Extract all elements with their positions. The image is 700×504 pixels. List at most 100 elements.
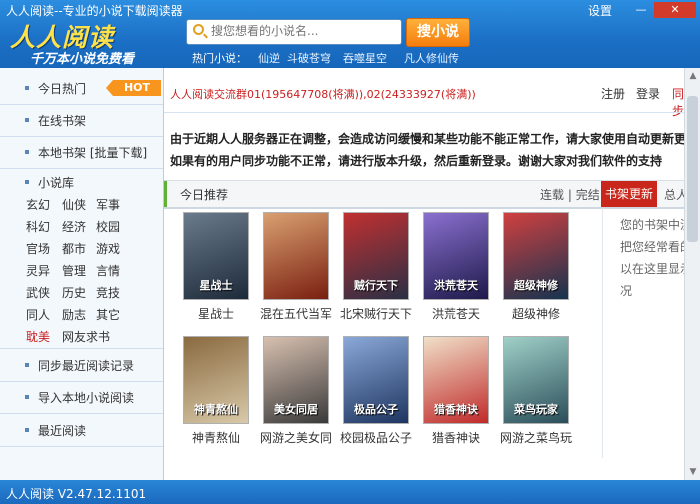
tab-total[interactable]: 总人 bbox=[664, 186, 684, 203]
scroll-up-icon[interactable]: ▲ bbox=[685, 68, 700, 84]
sidebar-item-online-shelf[interactable]: 在线书架 bbox=[0, 104, 163, 137]
book-cover[interactable]: 洪荒苍天 bbox=[423, 212, 489, 300]
sync-link[interactable]: 同步 bbox=[672, 85, 684, 119]
close-button[interactable]: ✕ bbox=[654, 2, 696, 18]
book-title[interactable]: 网游之美女同 bbox=[256, 429, 336, 446]
book-title[interactable]: 猎香神诀 bbox=[416, 429, 496, 446]
book-title[interactable]: 北宋贼行天下 bbox=[336, 305, 416, 322]
category-link[interactable]: 灵异 bbox=[26, 262, 50, 279]
category-link[interactable]: 励志 bbox=[62, 306, 86, 323]
bullet-icon bbox=[25, 150, 29, 154]
recommend-header: 今日推荐 连载 | 完结 书架更新 总人 bbox=[164, 180, 684, 209]
category-link[interactable]: 网友求书 bbox=[62, 328, 110, 345]
category-link[interactable]: 耽美 bbox=[26, 328, 50, 345]
bullet-icon bbox=[25, 363, 29, 367]
status-bar: 人人阅读 V2.47.12.1101 bbox=[0, 480, 700, 504]
login-link[interactable]: 登录 bbox=[636, 85, 660, 102]
settings-link[interactable]: 设置 bbox=[588, 2, 612, 19]
book-title[interactable]: 洪荒苍天 bbox=[416, 305, 496, 322]
version-text: 人人阅读 V2.47.12.1101 bbox=[6, 487, 147, 501]
category-link[interactable]: 管理 bbox=[62, 262, 86, 279]
library-header: 小说库 bbox=[0, 172, 163, 192]
shelf-note-line: 况 bbox=[620, 284, 633, 298]
book-card[interactable]: 贼行天下北宋贼行天下 bbox=[336, 212, 416, 322]
window-title: 人人阅读--专业的小说下载阅读器 bbox=[6, 4, 183, 18]
divider bbox=[602, 208, 603, 458]
hot-novel-link[interactable]: 仙逆 bbox=[258, 50, 280, 66]
category-link[interactable]: 经济 bbox=[62, 218, 86, 235]
category-link[interactable]: 仙侠 bbox=[62, 196, 86, 213]
category-link[interactable]: 官场 bbox=[26, 240, 50, 257]
book-title[interactable]: 星战士 bbox=[176, 305, 256, 322]
shelf-note-line: 把您经常看的 bbox=[620, 240, 684, 254]
book-card[interactable]: 洪荒苍天 洪荒苍天 bbox=[416, 212, 496, 322]
book-title[interactable]: 校园极品公子 bbox=[336, 429, 416, 446]
book-card[interactable]: 神青熬仙 神青熬仙 bbox=[176, 336, 256, 446]
hot-novels-label: 热门小说： bbox=[192, 52, 247, 65]
book-card[interactable]: 菜鸟玩家网游之菜鸟玩 bbox=[496, 336, 576, 446]
library-label: 小说库 bbox=[38, 176, 75, 190]
book-cover[interactable]: 贼行天下 bbox=[343, 212, 409, 300]
book-card[interactable]: 超级神修 超级神修 bbox=[496, 212, 576, 322]
hot-novel-link[interactable]: 斗破苍穹 bbox=[287, 50, 331, 66]
book-cover[interactable]: 美女同居 bbox=[263, 336, 329, 424]
book-cover[interactable]: 极品公子 bbox=[343, 336, 409, 424]
category-link[interactable]: 历史 bbox=[62, 284, 86, 301]
category-link[interactable]: 其它 bbox=[96, 306, 120, 323]
sidebar-item-recent-reading[interactable]: 最近阅读 bbox=[0, 414, 163, 447]
app-slogan: 千万本小说免费看 bbox=[30, 52, 135, 67]
announcement-line: 由于近期人人服务器正在调整，会造成访问缓慢和某些功能不能正常工作，请大家使用自动… bbox=[170, 132, 684, 146]
sidebar-item-label: 导入本地小说阅读 bbox=[38, 391, 135, 405]
book-cover[interactable]: 星战士 bbox=[183, 212, 249, 300]
book-cover[interactable]: 菜鸟玩家 bbox=[503, 336, 569, 424]
sidebar-item-import-local[interactable]: 导入本地小说阅读 bbox=[0, 381, 163, 414]
book-cover[interactable] bbox=[263, 212, 329, 300]
scrollbar[interactable]: ▲ ▼ bbox=[684, 68, 700, 480]
category-link[interactable]: 科幻 bbox=[26, 218, 50, 235]
sidebar-item-label: 最近阅读 bbox=[38, 424, 87, 438]
hot-novel-link[interactable]: 吞噬星空 bbox=[343, 50, 387, 66]
tab-shelf-update[interactable]: 书架更新 bbox=[601, 181, 657, 207]
shelf-note: 您的书架中没 把您经常看的 以在这里显示 况 bbox=[620, 214, 684, 302]
category-link[interactable]: 玄幻 bbox=[26, 196, 50, 213]
category-link[interactable]: 同人 bbox=[26, 306, 50, 323]
book-cover[interactable]: 神青熬仙 bbox=[183, 336, 249, 424]
category-link[interactable]: 竞技 bbox=[96, 284, 120, 301]
sidebar-item-sync-history[interactable]: 同步最近阅读记录 bbox=[0, 348, 163, 382]
book-cover-text: 菜鸟玩家 bbox=[514, 403, 558, 416]
search-button[interactable]: 搜小说 bbox=[406, 18, 470, 47]
book-cover[interactable]: 超级神修 bbox=[503, 212, 569, 300]
book-title[interactable]: 超级神修 bbox=[496, 305, 576, 322]
scroll-down-icon[interactable]: ▼ bbox=[685, 464, 700, 480]
bullet-icon bbox=[25, 86, 29, 90]
minimize-button[interactable]: — bbox=[630, 2, 652, 18]
sidebar-item-local-shelf[interactable]: 本地书架 [批量下载] bbox=[0, 136, 163, 169]
category-link[interactable]: 武侠 bbox=[26, 284, 50, 301]
search-input[interactable] bbox=[211, 24, 391, 38]
search-box bbox=[186, 19, 402, 45]
book-card[interactable]: 极品公子校园极品公子 bbox=[336, 336, 416, 446]
sidebar-item-today-hot[interactable]: 今日热门 HOT bbox=[0, 72, 163, 105]
scrollbar-thumb[interactable] bbox=[687, 96, 698, 242]
book-card[interactable]: 猎香神诀 猎香神诀 bbox=[416, 336, 496, 446]
category-link[interactable]: 都市 bbox=[62, 240, 86, 257]
book-title[interactable]: 混在五代当军 bbox=[256, 305, 336, 322]
book-card[interactable]: 混在五代当军 bbox=[256, 212, 336, 322]
book-card[interactable]: 美女同居网游之美女同 bbox=[256, 336, 336, 446]
search-icon bbox=[193, 24, 204, 35]
book-title[interactable]: 神青熬仙 bbox=[176, 429, 256, 446]
book-cover[interactable]: 猎香神诀 bbox=[423, 336, 489, 424]
category-link[interactable]: 校园 bbox=[96, 218, 120, 235]
category-link[interactable]: 游戏 bbox=[96, 240, 120, 257]
tab-finished[interactable]: 完结 bbox=[576, 188, 600, 202]
tab-serial[interactable]: 连载 bbox=[540, 188, 564, 202]
register-link[interactable]: 注册 bbox=[601, 85, 625, 102]
main-content: 人人阅读交流群01(195647708(将满)),02(24333927(将满)… bbox=[164, 68, 684, 480]
group-notice[interactable]: 人人阅读交流群01(195647708(将满)),02(24333927(将满)… bbox=[170, 86, 476, 102]
category-link[interactable]: 军事 bbox=[96, 196, 120, 213]
hot-novel-link[interactable]: 凡人修仙传 bbox=[404, 50, 459, 66]
book-title[interactable]: 网游之菜鸟玩 bbox=[496, 429, 576, 446]
category-link[interactable]: 言情 bbox=[96, 262, 120, 279]
book-card[interactable]: 星战士 星战士 bbox=[176, 212, 256, 322]
bullet-icon bbox=[25, 428, 29, 432]
